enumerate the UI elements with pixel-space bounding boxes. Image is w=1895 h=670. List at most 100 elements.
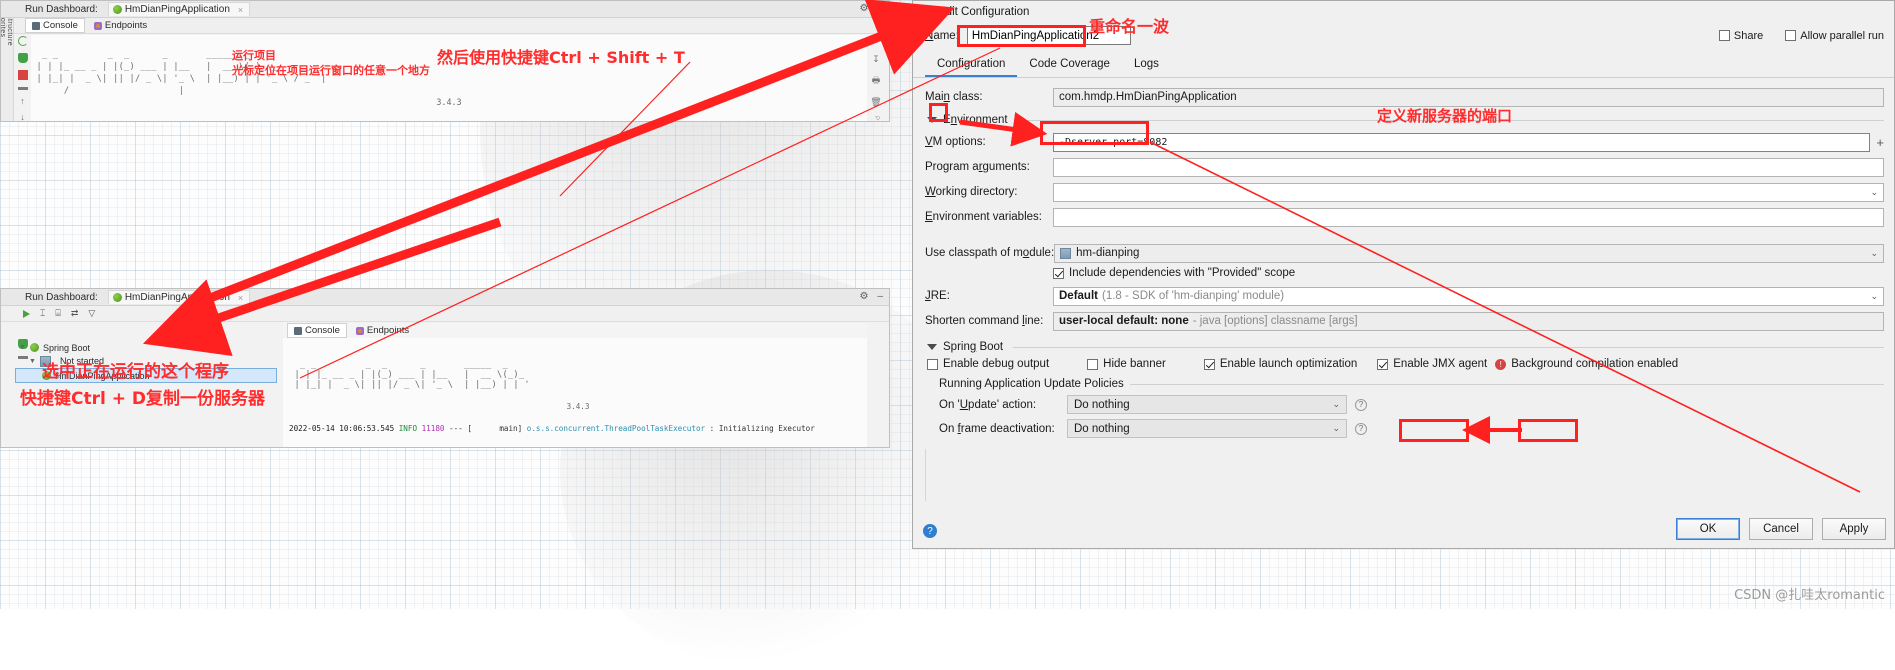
share-checkbox[interactable]: Share [1718, 29, 1764, 42]
console-output-bottom[interactable]: Console Endpoints --- [ _ _ _ _ _ _____ … [283, 323, 867, 447]
chevron-down-icon[interactable]: ⌄ [1870, 187, 1878, 198]
working-directory-field[interactable]: ⌄ [1053, 182, 1884, 202]
enable-jmx-agent-checkbox[interactable]: Enable JMX agent [1377, 358, 1487, 370]
log-message: : Tomcat started on por [710, 446, 815, 447]
chevron-down-icon[interactable]: ⌄ [1870, 291, 1878, 302]
minimize-icon[interactable]: – [877, 291, 883, 302]
run-config-tab-bottom[interactable]: HmDianPingApplication × [107, 290, 251, 304]
rerun-icon[interactable] [17, 36, 28, 46]
tab-code-coverage[interactable]: Code Coverage [1017, 55, 1122, 77]
debug-icon[interactable] [17, 53, 28, 63]
run-config-tab[interactable]: HmDianPingApplication × [107, 2, 251, 16]
chevron-down-icon: ⌄ [1332, 423, 1340, 433]
checkbox-box [1203, 358, 1215, 370]
chevron-down-icon: ▼ [29, 357, 36, 365]
run-icon[interactable] [23, 309, 30, 318]
chevron-down-icon: ⌄ [1332, 399, 1340, 409]
console-side-toolbar: ↵ ↧ 🖶 🗑 PRINTSCREEN [869, 35, 883, 121]
use-classpath-label: Use classpath of module: [925, 247, 1055, 259]
group-icon[interactable]: ⇄ [71, 308, 79, 319]
on-update-action-row: On 'Update' action: Do nothing ⌄ ? [939, 395, 1884, 414]
filter-icon[interactable]: ▽ [88, 308, 95, 319]
gear-icon[interactable]: ⚙ [859, 3, 868, 14]
main-class-field[interactable]: com.hmdp.HmDianPingApplication [1053, 87, 1884, 107]
scroll-up-icon[interactable]: ↑ [20, 97, 25, 106]
tab-endpoints[interactable]: Endpoints [87, 18, 154, 33]
checkbox-box [927, 358, 938, 370]
minimize-icon[interactable]: – [877, 3, 883, 14]
tab-endpoints-bottom-label: Endpoints [366, 325, 410, 336]
watermark: CSDN @扎哇太romantic [1734, 588, 1885, 603]
close-icon[interactable]: × [238, 293, 243, 303]
tab-console-label: Console [43, 20, 78, 31]
tree-node-spring-boot[interactable]: ▼ Spring Boot [15, 341, 277, 354]
clear-all-icon[interactable]: 🗑 [870, 97, 881, 108]
on-update-action-select[interactable]: Do nothing ⌄ [1067, 395, 1347, 414]
share-label: Share [1733, 29, 1764, 42]
apply-button[interactable]: Apply [1822, 518, 1886, 540]
spring-banner: _ _ _ _ _ _____ _ | | |_ __ _ | |(_) ___… [294, 360, 530, 390]
scroll-to-end-icon[interactable]: ↧ [872, 54, 880, 65]
vm-options-field[interactable]: -Dserver.port=8082 [1053, 132, 1871, 152]
background-compilation-checkbox[interactable]: ! Background compilation enabled [1495, 358, 1678, 370]
on-frame-deactivation-value: Do nothing [1074, 422, 1130, 435]
intellij-icon [921, 6, 932, 18]
close-icon[interactable]: × [238, 5, 243, 15]
rail-item-structure[interactable]: 2: Structure [6, 5, 13, 107]
tab-logs[interactable]: Logs [1122, 55, 1171, 77]
use-classpath-row: Use classpath of module: hm-dianping ⌄ [925, 242, 1884, 264]
ok-button[interactable]: OK [1676, 518, 1740, 540]
environment-variables-field[interactable] [1053, 207, 1884, 227]
include-dependencies-checkbox[interactable]: Include dependencies with "Provided" sco… [1053, 267, 1884, 279]
on-update-action-label: On 'Update' action: [939, 398, 1037, 411]
print-icon[interactable]: 🖶 [872, 73, 881, 89]
tab-endpoints-label: Endpoints [104, 20, 148, 31]
allow-parallel-run-checkbox[interactable]: Allow parallel run [1785, 30, 1884, 42]
program-arguments-field[interactable] [1053, 157, 1884, 177]
edit-configuration-dialog: Edit Configuration Name: Share Allow par… [912, 0, 1895, 549]
vm-options-value: -Dserver.port=8082 [1059, 136, 1168, 148]
annotation-run-project: 运行项目 光标定位在项目运行窗口的任意一个地方 [232, 49, 430, 77]
console-icon [32, 21, 40, 30]
expand-icon[interactable]: ⌶ [40, 308, 45, 319]
log-pid: 11180 [421, 424, 445, 433]
chevron-down-icon[interactable]: ⌄ [1870, 248, 1878, 259]
help-icon[interactable]: ? [1355, 422, 1367, 435]
run-dashboard-titlebar-bottom: Run Dashboard: HmDianPingApplication × ⚙… [1, 289, 889, 306]
spring-boot-section-label: Spring Boot [943, 341, 1004, 353]
run-config-tab-label-bottom: HmDianPingApplication [124, 292, 230, 303]
on-frame-deactivation-select[interactable]: Do nothing ⌄ [1067, 419, 1347, 438]
soft-wrap-icon[interactable]: ↵ [872, 35, 880, 46]
endpoints-icon [93, 21, 102, 30]
tab-endpoints-bottom[interactable]: Endpoints [349, 323, 416, 338]
more-icon[interactable] [17, 87, 28, 90]
dialog-tabs: Configuration Code Coverage Logs [913, 49, 1894, 78]
expand-editor-icon[interactable]: + [1876, 135, 1884, 150]
cancel-button[interactable]: Cancel [1749, 518, 1813, 540]
dialog-help-button[interactable]: ? [923, 524, 937, 538]
rail-item-favorites[interactable]: Favorites [1, 5, 6, 107]
tab-console-bottom[interactable]: Console [287, 323, 347, 338]
run-dashboard-label: Run Dashboard: [25, 3, 98, 15]
enable-launch-optimization-checkbox[interactable]: Enable launch optimization [1203, 358, 1357, 370]
jre-row: JRE: Default (1.8 - SDK of 'hm-dianping'… [925, 285, 1884, 307]
scroll-down-icon[interactable]: ↓ [20, 113, 25, 122]
log-pid: 11180 [422, 446, 445, 447]
allow-parallel-label: Allow parallel run [1800, 29, 1884, 42]
tab-console[interactable]: Console [25, 18, 85, 33]
shorten-command-line-field[interactable]: user-local default: none - java [options… [1053, 311, 1884, 331]
stop-icon[interactable] [17, 70, 28, 80]
hide-banner-checkbox[interactable]: Hide banner [1087, 358, 1166, 370]
collapse-icon[interactable]: ⌸ [55, 308, 60, 319]
enable-debug-output-checkbox[interactable]: Enable debug output [927, 358, 1049, 370]
help-icon[interactable]: ? [1355, 398, 1367, 411]
include-dependencies-label: Include dependencies with "Provided" sco… [1069, 267, 1296, 279]
tab-configuration[interactable]: Configuration [925, 55, 1018, 77]
gear-icon[interactable]: ⚙ [859, 291, 868, 302]
use-classpath-field[interactable]: hm-dianping ⌄ [1054, 243, 1884, 263]
tree-node-label: Spring Boot [42, 342, 90, 353]
jre-field[interactable]: Default (1.8 - SDK of 'hm-dianping' modu… [1053, 286, 1884, 306]
spring-boot-section-header[interactable]: Spring Boot [927, 341, 1884, 353]
run-dashboard-toolbar: ⌶ ⌸ ⇄ ▽ [1, 306, 889, 322]
log-thread: main] [499, 424, 523, 433]
